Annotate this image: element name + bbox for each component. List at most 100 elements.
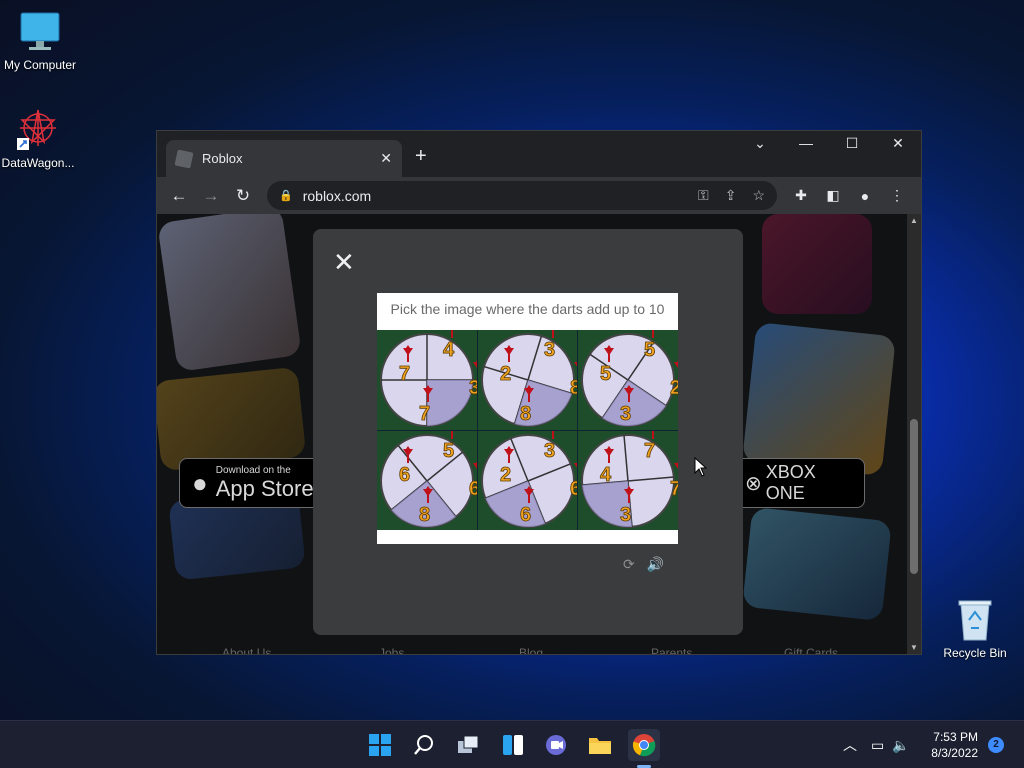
scroll-up-arrow-icon[interactable]: ▲ xyxy=(907,216,921,225)
captcha-prompt: Pick the image where the darts add up to… xyxy=(390,301,665,317)
scrollbar-thumb[interactable] xyxy=(910,419,918,574)
star-icon[interactable]: ☆ xyxy=(752,187,765,204)
xbox-badge[interactable]: ⊗ XBOX ONE xyxy=(732,458,865,508)
dart-number: 8 xyxy=(570,377,578,399)
app-store-badge[interactable]: ● Download on the App Store xyxy=(179,458,329,508)
dart-number: 7 xyxy=(670,478,678,500)
dart-icon xyxy=(451,430,453,439)
audio-icon[interactable]: 🔊 xyxy=(647,556,664,572)
dart-icon xyxy=(652,330,655,338)
footer-link[interactable]: Gift Cards xyxy=(784,646,838,654)
app-store-small-text: Download on the xyxy=(215,464,291,476)
profile-avatar-icon[interactable]: ● xyxy=(849,188,881,204)
lock-icon[interactable]: 🔒 xyxy=(279,189,293,202)
dart-icon xyxy=(551,430,554,439)
dart-number: 2 xyxy=(500,464,511,486)
address-bar[interactable]: 🔒 roblox.com ⚿ ⇪ ☆ xyxy=(267,181,777,210)
dartboard-image: 2366 xyxy=(480,430,578,528)
desktop-icon-label: My Computer xyxy=(3,58,77,72)
game-thumbnail xyxy=(742,506,892,622)
back-button[interactable]: ← xyxy=(163,186,195,206)
datawagon-logo-icon xyxy=(15,106,61,152)
dart-number: 6 xyxy=(469,478,477,500)
network-icon[interactable]: ▭ xyxy=(871,737,884,754)
url-text[interactable]: roblox.com xyxy=(303,188,682,204)
dart-number: 6 xyxy=(520,504,531,526)
dart-number: 7 xyxy=(644,440,655,462)
footer-link[interactable]: Blog xyxy=(519,646,543,654)
game-thumbnail xyxy=(742,322,896,476)
roblox-favicon-icon xyxy=(174,149,194,168)
close-window-button[interactable]: ✕ xyxy=(875,135,921,152)
dart-number: 8 xyxy=(520,403,531,425)
dart-number: 5 xyxy=(443,440,454,462)
dart-number: 3 xyxy=(544,440,555,462)
forward-button[interactable]: → xyxy=(195,186,227,206)
dart-number: 3 xyxy=(544,339,555,361)
new-tab-button[interactable]: + xyxy=(415,145,427,168)
captcha-tile[interactable]: 6568 xyxy=(377,430,477,530)
teams-chat-icon[interactable] xyxy=(540,729,572,761)
captcha-tile[interactable]: 2388 xyxy=(477,330,578,430)
desktop-icon-label: DataWagon... xyxy=(1,156,75,170)
dart-icon xyxy=(674,361,678,368)
dart-number: 3 xyxy=(620,504,631,526)
tab-roblox[interactable]: Roblox ✕ xyxy=(166,140,402,177)
scroll-down-arrow-icon[interactable]: ▼ xyxy=(907,643,921,652)
reload-button[interactable]: ↻ xyxy=(227,186,259,206)
show-hidden-icons-chevron-icon[interactable]: ︿ xyxy=(843,735,857,755)
captcha-tile[interactable]: 4 77 3 xyxy=(578,430,678,530)
page-scrollbar[interactable]: ▲ ▼ xyxy=(907,214,921,654)
xbox-icon: ⊗ xyxy=(745,472,762,495)
notification-badge[interactable]: 2 xyxy=(988,737,1004,753)
desktop-icon-datawagon[interactable]: DataWagon... xyxy=(0,106,78,170)
desktop-icon-recycle-bin[interactable]: Recycle Bin xyxy=(935,598,1015,660)
captcha-tile[interactable]: 2366 xyxy=(477,430,578,530)
footer-link[interactable]: About Us xyxy=(222,646,271,654)
share-icon[interactable]: ⇪ xyxy=(725,187,737,204)
footer-link[interactable]: Jobs xyxy=(379,646,404,654)
desktop-icon-label: Recycle Bin xyxy=(943,646,1007,660)
captcha-grid: 743723885523656823664773 xyxy=(377,330,678,530)
dart-number: 4 xyxy=(600,464,612,486)
widgets-icon[interactable] xyxy=(497,729,529,761)
dartboard-image: 2388 xyxy=(480,330,578,427)
tab-search-chevron-icon[interactable]: ⌄ xyxy=(737,135,783,152)
toolbar: ← → ↻ 🔒 roblox.com ⚿ ⇪ ☆ ✚ ◧ ● ⋮ xyxy=(157,177,921,214)
close-tab-icon[interactable]: ✕ xyxy=(380,150,392,167)
apple-icon: ● xyxy=(192,467,208,498)
dart-icon xyxy=(473,361,477,368)
chrome-taskbar-icon[interactable] xyxy=(628,729,660,761)
volume-icon[interactable]: 🔈 xyxy=(892,737,909,754)
desktop-icon-my-computer[interactable]: My Computer xyxy=(0,10,80,72)
clock[interactable]: 7:53 PM 8/3/2022 xyxy=(931,729,978,761)
game-thumbnail xyxy=(762,214,872,314)
file-explorer-icon[interactable] xyxy=(584,729,616,761)
dart-icon xyxy=(451,330,453,338)
captcha-tile[interactable]: 5523 xyxy=(578,330,678,430)
close-modal-icon[interactable]: ✕ xyxy=(333,247,355,278)
start-button[interactable] xyxy=(364,729,396,761)
dart-number: 3 xyxy=(469,377,477,399)
extensions-puzzle-icon[interactable]: ✚ xyxy=(785,187,817,204)
refresh-icon[interactable]: ⟳ xyxy=(623,556,635,572)
search-icon[interactable] xyxy=(408,729,440,761)
toolbar-actions: ✚ ◧ ● ⋮ xyxy=(785,177,913,214)
captcha-tile[interactable]: 7 43 7 xyxy=(377,330,477,430)
task-view-icon[interactable] xyxy=(452,729,484,761)
app-store-text: App Store xyxy=(215,475,314,501)
key-icon[interactable]: ⚿ xyxy=(698,187,709,204)
windows-logo-icon xyxy=(369,734,391,756)
dart-number: 7 xyxy=(419,403,430,425)
dart-icon xyxy=(573,461,578,469)
dart-number: 6 xyxy=(570,478,578,500)
more-menu-icon[interactable]: ⋮ xyxy=(881,187,913,204)
side-panel-icon[interactable]: ◧ xyxy=(817,187,849,204)
dart-number: 5 xyxy=(600,363,611,385)
footer-link[interactable]: Parents xyxy=(651,646,692,654)
minimize-button[interactable]: — xyxy=(783,135,829,151)
maximize-button[interactable]: ☐ xyxy=(829,135,875,152)
dart-icon xyxy=(473,461,477,468)
dart-icon xyxy=(551,330,554,338)
tab-title: Roblox xyxy=(202,151,243,166)
